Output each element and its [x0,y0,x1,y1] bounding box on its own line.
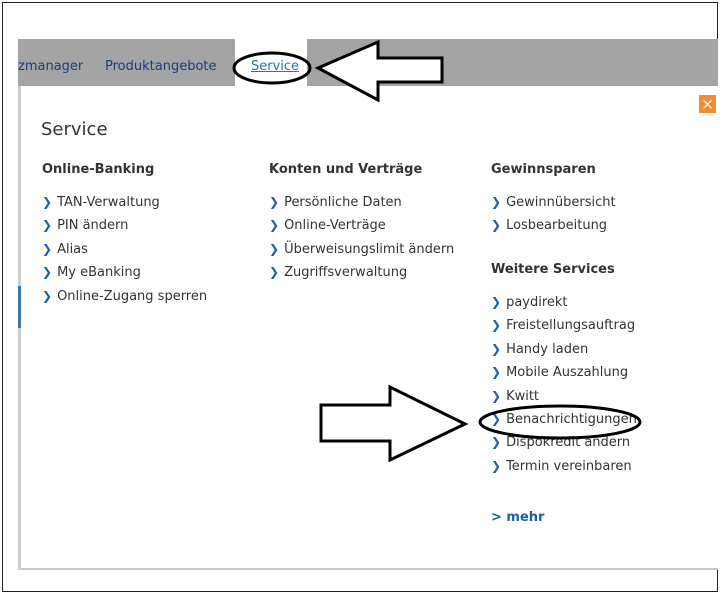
annotation-arrow-left [314,39,444,103]
annotation-overlay [232,39,642,463]
annotation-circle-benachrichtigungen [478,404,642,440]
annotation-circle-service [232,51,312,85]
annotation-arrow-right [319,384,469,463]
